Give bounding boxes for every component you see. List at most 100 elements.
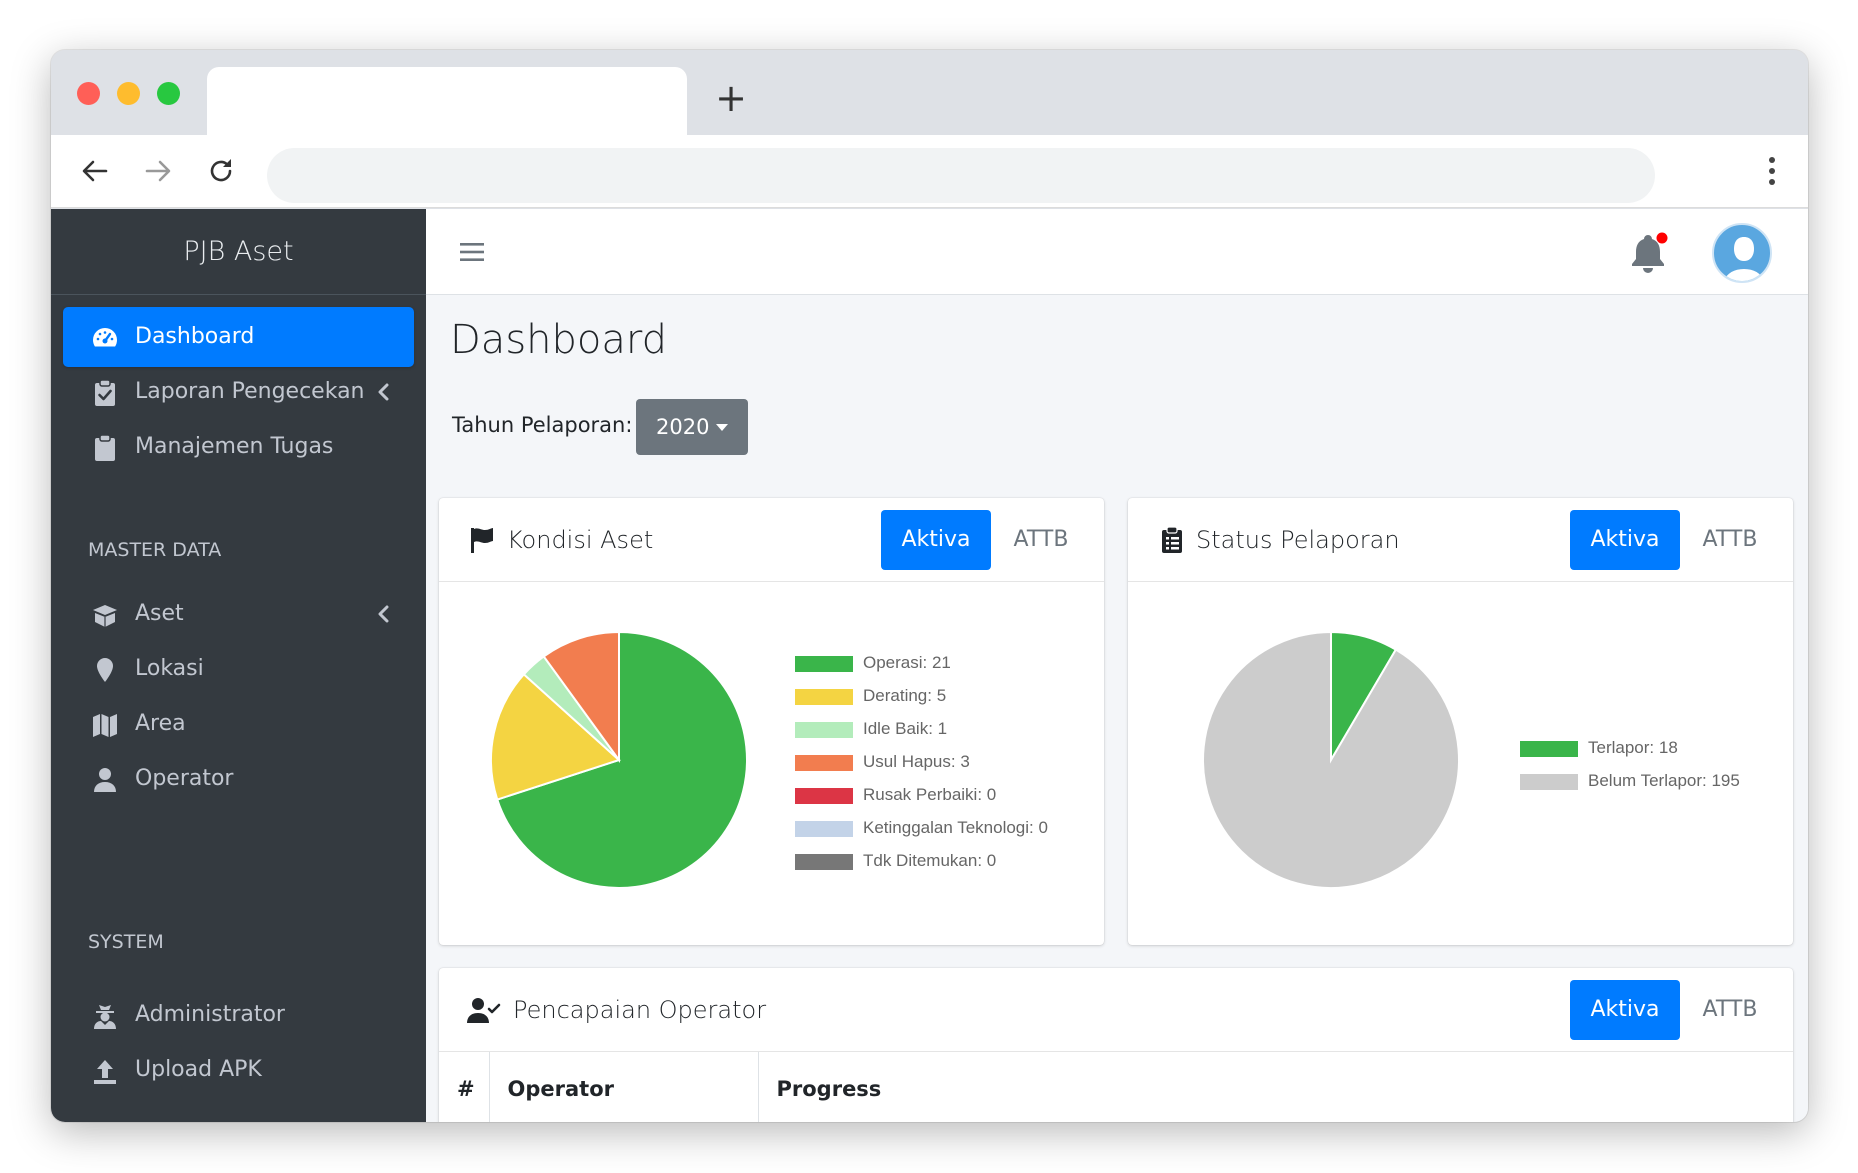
app-root: PJB Aset Dashboard Laporan Pengecekan Ma…	[51, 209, 1808, 1122]
sidebar-item-label: Administrator	[135, 1002, 285, 1027]
reload-icon[interactable]	[203, 153, 239, 189]
tachometer-icon	[93, 328, 118, 347]
tab-aktiva[interactable]: Aktiva	[1570, 510, 1680, 570]
legend-swatch	[795, 788, 853, 804]
clipboard-check-icon	[95, 379, 115, 406]
legend-swatch	[795, 722, 853, 738]
hamburger-menu-icon[interactable]	[460, 241, 484, 263]
sidebar-item-lokasi[interactable]: Lokasi	[63, 639, 414, 699]
sidebar-item-laporan-pengecekan[interactable]: Laporan Pengecekan	[63, 362, 414, 422]
card-status-pelaporan: Status Pelaporan Aktiva ATTB Terlapor: 1…	[1128, 498, 1793, 945]
tab-attb[interactable]: ATTB	[1685, 510, 1775, 570]
legend-label: Ketinggalan Teknologi: 0	[863, 818, 1048, 837]
user-icon	[94, 768, 116, 792]
card-header: Status Pelaporan Aktiva ATTB	[1128, 498, 1793, 582]
arrow-left-icon[interactable]	[77, 153, 113, 189]
card-title: Kondisi Aset	[507, 526, 654, 554]
sidebar-item-label: Lokasi	[135, 656, 204, 681]
user-secret-icon	[94, 1005, 116, 1029]
sidebar-item-operator[interactable]: Operator	[63, 749, 414, 809]
pie-chart-kondisi-aset	[490, 630, 748, 889]
tab-attb[interactable]: ATTB	[1685, 980, 1775, 1040]
arrow-right-icon[interactable]	[140, 153, 176, 189]
new-tab-button[interactable]: +	[711, 78, 751, 118]
column-header-progress[interactable]: Progress	[758, 1052, 1793, 1122]
top-navbar	[426, 209, 1808, 295]
map-icon	[93, 714, 117, 737]
sidebar-item-label: Operator	[135, 766, 234, 791]
page-title: Dashboard	[450, 317, 668, 363]
card-kondisi-aset: Kondisi Aset Aktiva ATTB Operasi: 21 Dera…	[439, 498, 1104, 945]
main-content: Dashboard Tahun Pelaporan: 2020 Kondisi …	[426, 295, 1808, 1122]
legend-swatch	[795, 821, 853, 837]
operator-table: # Operator Progress	[439, 1052, 1793, 1122]
legend-label: Derating: 5	[863, 686, 947, 705]
legend-label: Belum Terlapor: 195	[1588, 771, 1740, 790]
legend-swatch	[795, 656, 853, 672]
sidebar-item-label: Aset	[135, 601, 184, 626]
sidebar-item-aset[interactable]: Aset	[63, 584, 414, 644]
sidebar-item-administrator[interactable]: Administrator	[63, 985, 414, 1045]
column-header-number[interactable]: #	[439, 1052, 490, 1122]
close-window-button[interactable]	[77, 82, 100, 105]
legend-swatch	[1520, 741, 1578, 757]
legend-swatch	[795, 755, 853, 771]
column-header-operator[interactable]: Operator	[489, 1052, 759, 1122]
legend-swatch	[795, 854, 853, 870]
legend-label: Tdk Ditemukan: 0	[863, 851, 997, 870]
card-header: Pencapaian Operator Aktiva ATTB	[439, 968, 1793, 1052]
sidebar-item-area[interactable]: Area	[63, 694, 414, 754]
legend-swatch	[795, 689, 853, 705]
box-open-icon	[93, 605, 117, 627]
card-header: Kondisi Aset Aktiva ATTB	[439, 498, 1104, 582]
brand-title[interactable]: PJB Aset	[51, 209, 426, 295]
year-label: Tahun Pelaporan:	[452, 413, 633, 437]
legend-label: Operasi: 21	[863, 653, 951, 672]
sidebar-item-manajemen-tugas[interactable]: Manajemen Tugas	[63, 417, 414, 477]
kebab-menu-icon[interactable]	[1766, 153, 1778, 189]
chevron-left-icon	[378, 605, 389, 623]
year-value: 2020	[656, 415, 710, 439]
flag-icon	[471, 528, 493, 553]
pie-slice-belum-terlapor[interactable]	[1202, 630, 1460, 889]
sidebar-item-label: Laporan Pengecekan	[135, 379, 365, 404]
year-dropdown[interactable]: 2020	[636, 399, 748, 455]
chevron-left-icon	[378, 383, 389, 401]
tab-aktiva[interactable]: Aktiva	[1570, 980, 1680, 1040]
map-marker-icon	[97, 658, 113, 682]
tab-aktiva[interactable]: Aktiva	[881, 510, 991, 570]
tab-attb[interactable]: ATTB	[996, 510, 1086, 570]
legend-swatch	[1520, 774, 1578, 790]
caret-down-icon	[716, 424, 728, 431]
browser-titlebar: +	[51, 50, 1808, 135]
sidebar-item-label: Area	[135, 711, 186, 736]
legend-label: Idle Baik: 1	[863, 719, 948, 738]
card-title: Status Pelaporan	[1196, 526, 1400, 554]
upload-icon	[94, 1060, 116, 1084]
user-avatar-icon	[1723, 237, 1765, 281]
sidebar-item-label: Dashboard	[135, 324, 255, 349]
sidebar-item-label: Upload APK	[135, 1057, 262, 1082]
legend-label: Rusak Perbaiki: 0	[863, 785, 997, 804]
browser-tab[interactable]	[207, 67, 687, 135]
card-pencapaian-operator: Pencapaian Operator Aktiva ATTB # Operat…	[439, 968, 1793, 1122]
sidebar-item-upload-apk[interactable]: Upload APK	[63, 1040, 414, 1100]
legend-label: Usul Hapus: 3	[863, 752, 970, 771]
maximize-window-button[interactable]	[157, 82, 180, 105]
table-header-row: # Operator Progress	[439, 1052, 1793, 1122]
clipboard-icon	[95, 434, 115, 461]
sidebar-item-dashboard[interactable]: Dashboard	[63, 307, 414, 367]
clipboard-list-icon	[1162, 526, 1182, 553]
section-header-master-data: MASTER DATA	[88, 539, 222, 561]
bell-icon[interactable]	[1628, 231, 1668, 275]
browser-toolbar	[51, 135, 1808, 208]
sidebar: PJB Aset Dashboard Laporan Pengecekan Ma…	[51, 209, 426, 1122]
legend-label: Terlapor: 18	[1588, 738, 1678, 757]
address-bar[interactable]	[267, 148, 1655, 203]
sidebar-item-label: Manajemen Tugas	[135, 434, 334, 459]
user-check-icon	[467, 998, 501, 1023]
avatar[interactable]	[1712, 223, 1772, 283]
browser-window: + PJB Aset Dashboard Laporan Pengecekan …	[51, 50, 1808, 1122]
minimize-window-button[interactable]	[117, 82, 140, 105]
pie-chart-status-pelaporan	[1202, 630, 1460, 889]
